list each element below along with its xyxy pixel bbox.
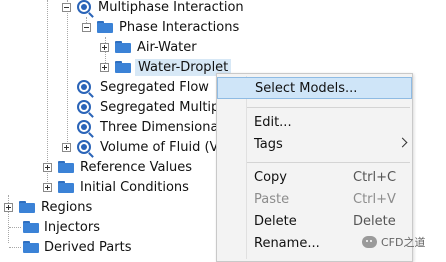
menu-item-label: Copy xyxy=(254,169,287,185)
menu-item-label: Select Models... xyxy=(255,80,358,96)
folder-icon xyxy=(115,61,131,73)
folder-icon xyxy=(19,201,35,213)
menu-item-edit[interactable]: Edit... xyxy=(217,111,412,133)
tree-item-injectors[interactable]: Injectors xyxy=(23,217,100,237)
tree-item-segregated-multiphase[interactable]: Segregated Multip xyxy=(77,97,219,117)
tree-item-label: Reference Values xyxy=(80,159,193,175)
menu-item-copy[interactable]: Copy Ctrl+C xyxy=(217,166,412,188)
tree-item-label: Multiphase Interaction xyxy=(98,0,244,15)
node-icon xyxy=(77,120,91,134)
tree-connector xyxy=(67,0,68,150)
menu-item-delete[interactable]: Delete Delete xyxy=(217,210,412,232)
folder-icon xyxy=(23,221,39,233)
node-icon xyxy=(77,80,91,94)
node-icon xyxy=(77,0,91,14)
tree-item-phase-interactions[interactable]: Phase Interactions xyxy=(82,17,239,37)
tree-item-regions[interactable]: Regions xyxy=(4,197,92,217)
tree-item-water-droplet[interactable]: Water-Droplet xyxy=(100,57,232,77)
expand-icon[interactable] xyxy=(43,162,52,172)
expand-icon[interactable] xyxy=(62,142,71,152)
tree-item-reference-values[interactable]: Reference Values xyxy=(43,157,192,177)
menu-item-label: Edit... xyxy=(254,114,292,130)
menu-item-label: Rename... xyxy=(254,235,320,251)
menu-item-label: Tags xyxy=(254,136,283,152)
menu-item-shortcut: Ctrl+C xyxy=(353,169,397,185)
collapse-icon[interactable] xyxy=(62,2,71,12)
expand-icon[interactable] xyxy=(4,202,13,212)
menu-item-label: Paste xyxy=(254,191,290,207)
tree-item-label: Volume of Fluid (V xyxy=(100,139,219,155)
tree-connector xyxy=(9,227,21,228)
node-icon xyxy=(77,140,91,154)
tree-item-label: Three Dimensional xyxy=(100,119,223,135)
folder-icon xyxy=(97,21,113,33)
tree-item-label: Initial Conditions xyxy=(80,179,189,195)
folder-icon xyxy=(58,181,74,193)
expand-icon[interactable] xyxy=(100,42,109,52)
menu-separator xyxy=(247,107,410,108)
tree-item-multiphase-interaction[interactable]: Multiphase Interaction xyxy=(62,0,244,17)
tree-item-label: Regions xyxy=(41,199,93,215)
submenu-arrow-icon xyxy=(397,137,408,148)
tree-item-label: Injectors xyxy=(44,219,100,235)
menu-item-label: Delete xyxy=(254,213,297,229)
menu-item-tags[interactable]: Tags xyxy=(217,133,412,155)
menu-separator xyxy=(247,162,410,163)
tree-item-label: Segregated Multip xyxy=(100,99,220,115)
tree-item-label: Segregated Flow xyxy=(100,79,209,95)
wechat-icon xyxy=(362,236,377,248)
tree-item-volume-of-fluid[interactable]: Volume of Fluid (V xyxy=(62,137,218,157)
collapse-icon[interactable] xyxy=(82,22,91,32)
folder-icon xyxy=(23,241,39,253)
node-icon xyxy=(77,100,91,114)
tree-item-label: Phase Interactions xyxy=(119,19,240,35)
watermark: CFD之道 xyxy=(362,234,425,250)
tree-connector xyxy=(9,247,21,248)
tree-item-label: Air-Water xyxy=(137,39,197,55)
tree-item-segregated-flow[interactable]: Segregated Flow xyxy=(77,77,209,97)
folder-icon xyxy=(115,41,131,53)
menu-item-shortcut: Ctrl+V xyxy=(353,191,396,207)
tree-item-air-water[interactable]: Air-Water xyxy=(100,37,197,57)
menu-item-paste: Paste Ctrl+V xyxy=(217,188,412,210)
expand-icon[interactable] xyxy=(100,62,109,72)
menu-item-shortcut: Delete xyxy=(353,213,396,229)
watermark-text: CFD之道 xyxy=(381,236,426,249)
tree-item-label: Derived Parts xyxy=(44,239,132,255)
expand-icon[interactable] xyxy=(43,182,52,192)
menu-item-select-models[interactable]: Select Models... xyxy=(217,77,412,99)
folder-icon xyxy=(58,161,74,173)
tree-item-initial-conditions[interactable]: Initial Conditions xyxy=(43,177,189,197)
tree-item-three-dimensional[interactable]: Three Dimensional xyxy=(77,117,222,137)
tree-item-derived-parts[interactable]: Derived Parts xyxy=(23,237,131,257)
